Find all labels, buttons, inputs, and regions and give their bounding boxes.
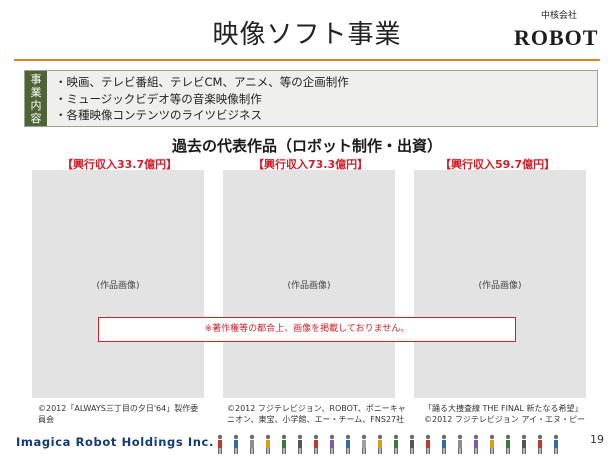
company-logo: 中核会社 ROBOT: [514, 8, 599, 52]
business-label-char: 内: [30, 98, 42, 112]
person-figure-icon: [217, 434, 559, 454]
work-image-placeholder: (作品画像): [414, 170, 586, 398]
work-credit: 「踊る大捜査線 THE FINAL 新たなる希望」©2012 フジテレビジョン …: [424, 404, 586, 424]
people-figures-decoration: [217, 434, 559, 454]
logo-subtitle: 中核会社: [540, 11, 577, 21]
business-item: 映画、テレビ番組、テレビCM、アニメ、等の企画制作: [55, 74, 349, 91]
title-underline: [14, 59, 600, 61]
business-label: 事 業 内 容: [25, 71, 47, 126]
image-caption: (作品画像): [478, 281, 522, 291]
business-item: ミュージックビデオ等の音楽映像制作: [55, 91, 349, 108]
image-caption: (作品画像): [287, 281, 331, 291]
work-image-placeholder: (作品画像): [223, 170, 395, 398]
work-credit: ©2012「ALWAYS三丁目の夕日'64」製作委員会: [38, 404, 199, 424]
logo-wordmark: ROBOT: [514, 25, 599, 50]
business-label-char: 業: [30, 85, 42, 99]
footer-company-name: Imagica Robot Holdings Inc.: [16, 435, 214, 449]
image-caption: (作品画像): [96, 281, 140, 291]
business-list: 映画、テレビ番組、テレビCM、アニメ、等の企画制作 ミュージックビデオ等の音楽映…: [47, 71, 349, 126]
business-item: 各種映像コンテンツのライツビジネス: [55, 107, 349, 124]
business-summary: 事 業 内 容 映画、テレビ番組、テレビCM、アニメ、等の企画制作 ミュージック…: [24, 70, 598, 127]
work-credit: ©2012 フジテレビジョン、ROBOT、ポニーキャニオン、東宝、小学館、エー・…: [227, 404, 406, 424]
page-number: 19: [590, 433, 604, 446]
copyright-notice: ※著作権等の都合上、画像を掲載しておりません。: [98, 317, 516, 342]
work-image-placeholder: (作品画像): [32, 170, 204, 398]
business-label-char: 容: [30, 111, 42, 125]
works-heading: 過去の代表作品（ロボット制作・出資）: [171, 137, 442, 155]
business-label-char: 事: [30, 72, 42, 86]
